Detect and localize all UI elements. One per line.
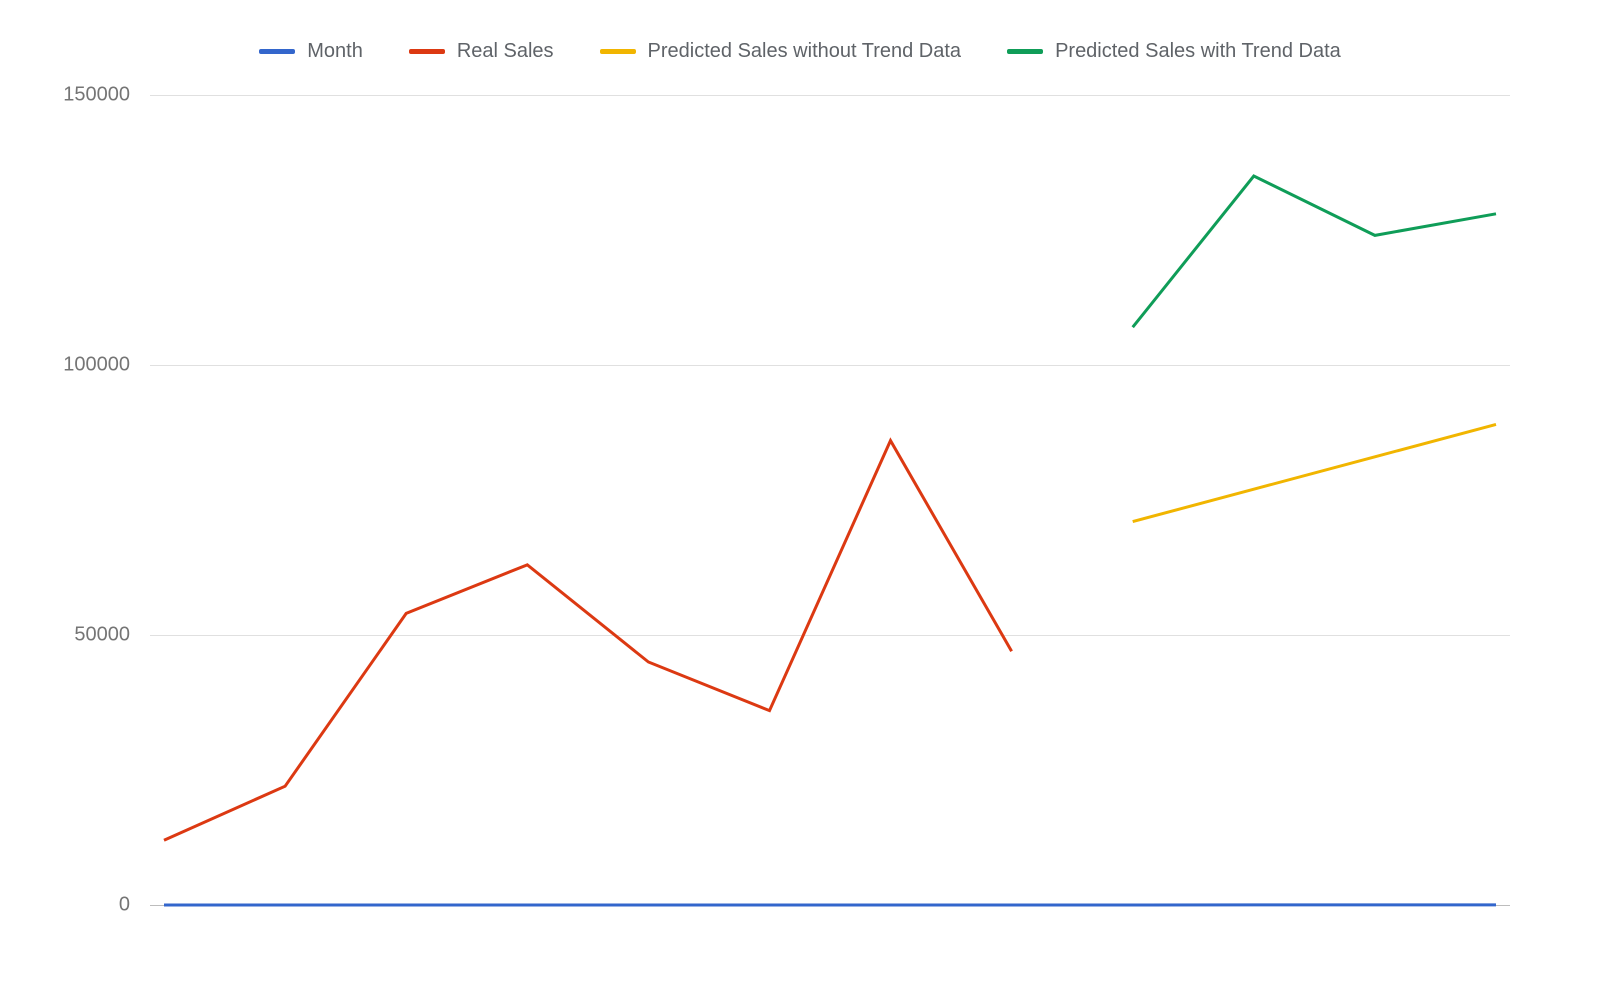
legend-label: Predicted Sales with Trend Data bbox=[1055, 40, 1341, 63]
legend-swatch bbox=[600, 49, 636, 54]
y-tick-label: 150000 bbox=[40, 84, 130, 107]
line-chart: Month Real Sales Predicted Sales without… bbox=[0, 0, 1600, 988]
series-line-real-sales bbox=[164, 441, 1012, 841]
y-tick-label: 50000 bbox=[40, 624, 130, 647]
plot-area: 150000 100000 50000 0 bbox=[150, 95, 1510, 905]
legend-swatch bbox=[1007, 49, 1043, 54]
legend-item-real-sales[interactable]: Real Sales bbox=[409, 40, 554, 63]
y-tick-label: 0 bbox=[40, 894, 130, 917]
series-line-predicted-with-trend bbox=[1133, 176, 1496, 327]
legend: Month Real Sales Predicted Sales without… bbox=[0, 40, 1600, 63]
legend-swatch bbox=[259, 49, 295, 54]
y-tick-label: 100000 bbox=[40, 354, 130, 377]
legend-item-predicted-no-trend[interactable]: Predicted Sales without Trend Data bbox=[600, 40, 962, 63]
legend-swatch bbox=[409, 49, 445, 54]
legend-item-predicted-with-trend[interactable]: Predicted Sales with Trend Data bbox=[1007, 40, 1341, 63]
legend-label: Predicted Sales without Trend Data bbox=[648, 40, 962, 63]
chart-lines bbox=[150, 95, 1510, 905]
legend-item-month[interactable]: Month bbox=[259, 40, 363, 63]
legend-label: Real Sales bbox=[457, 40, 554, 63]
series-line-predicted-no-trend bbox=[1133, 424, 1496, 521]
legend-label: Month bbox=[307, 40, 363, 63]
